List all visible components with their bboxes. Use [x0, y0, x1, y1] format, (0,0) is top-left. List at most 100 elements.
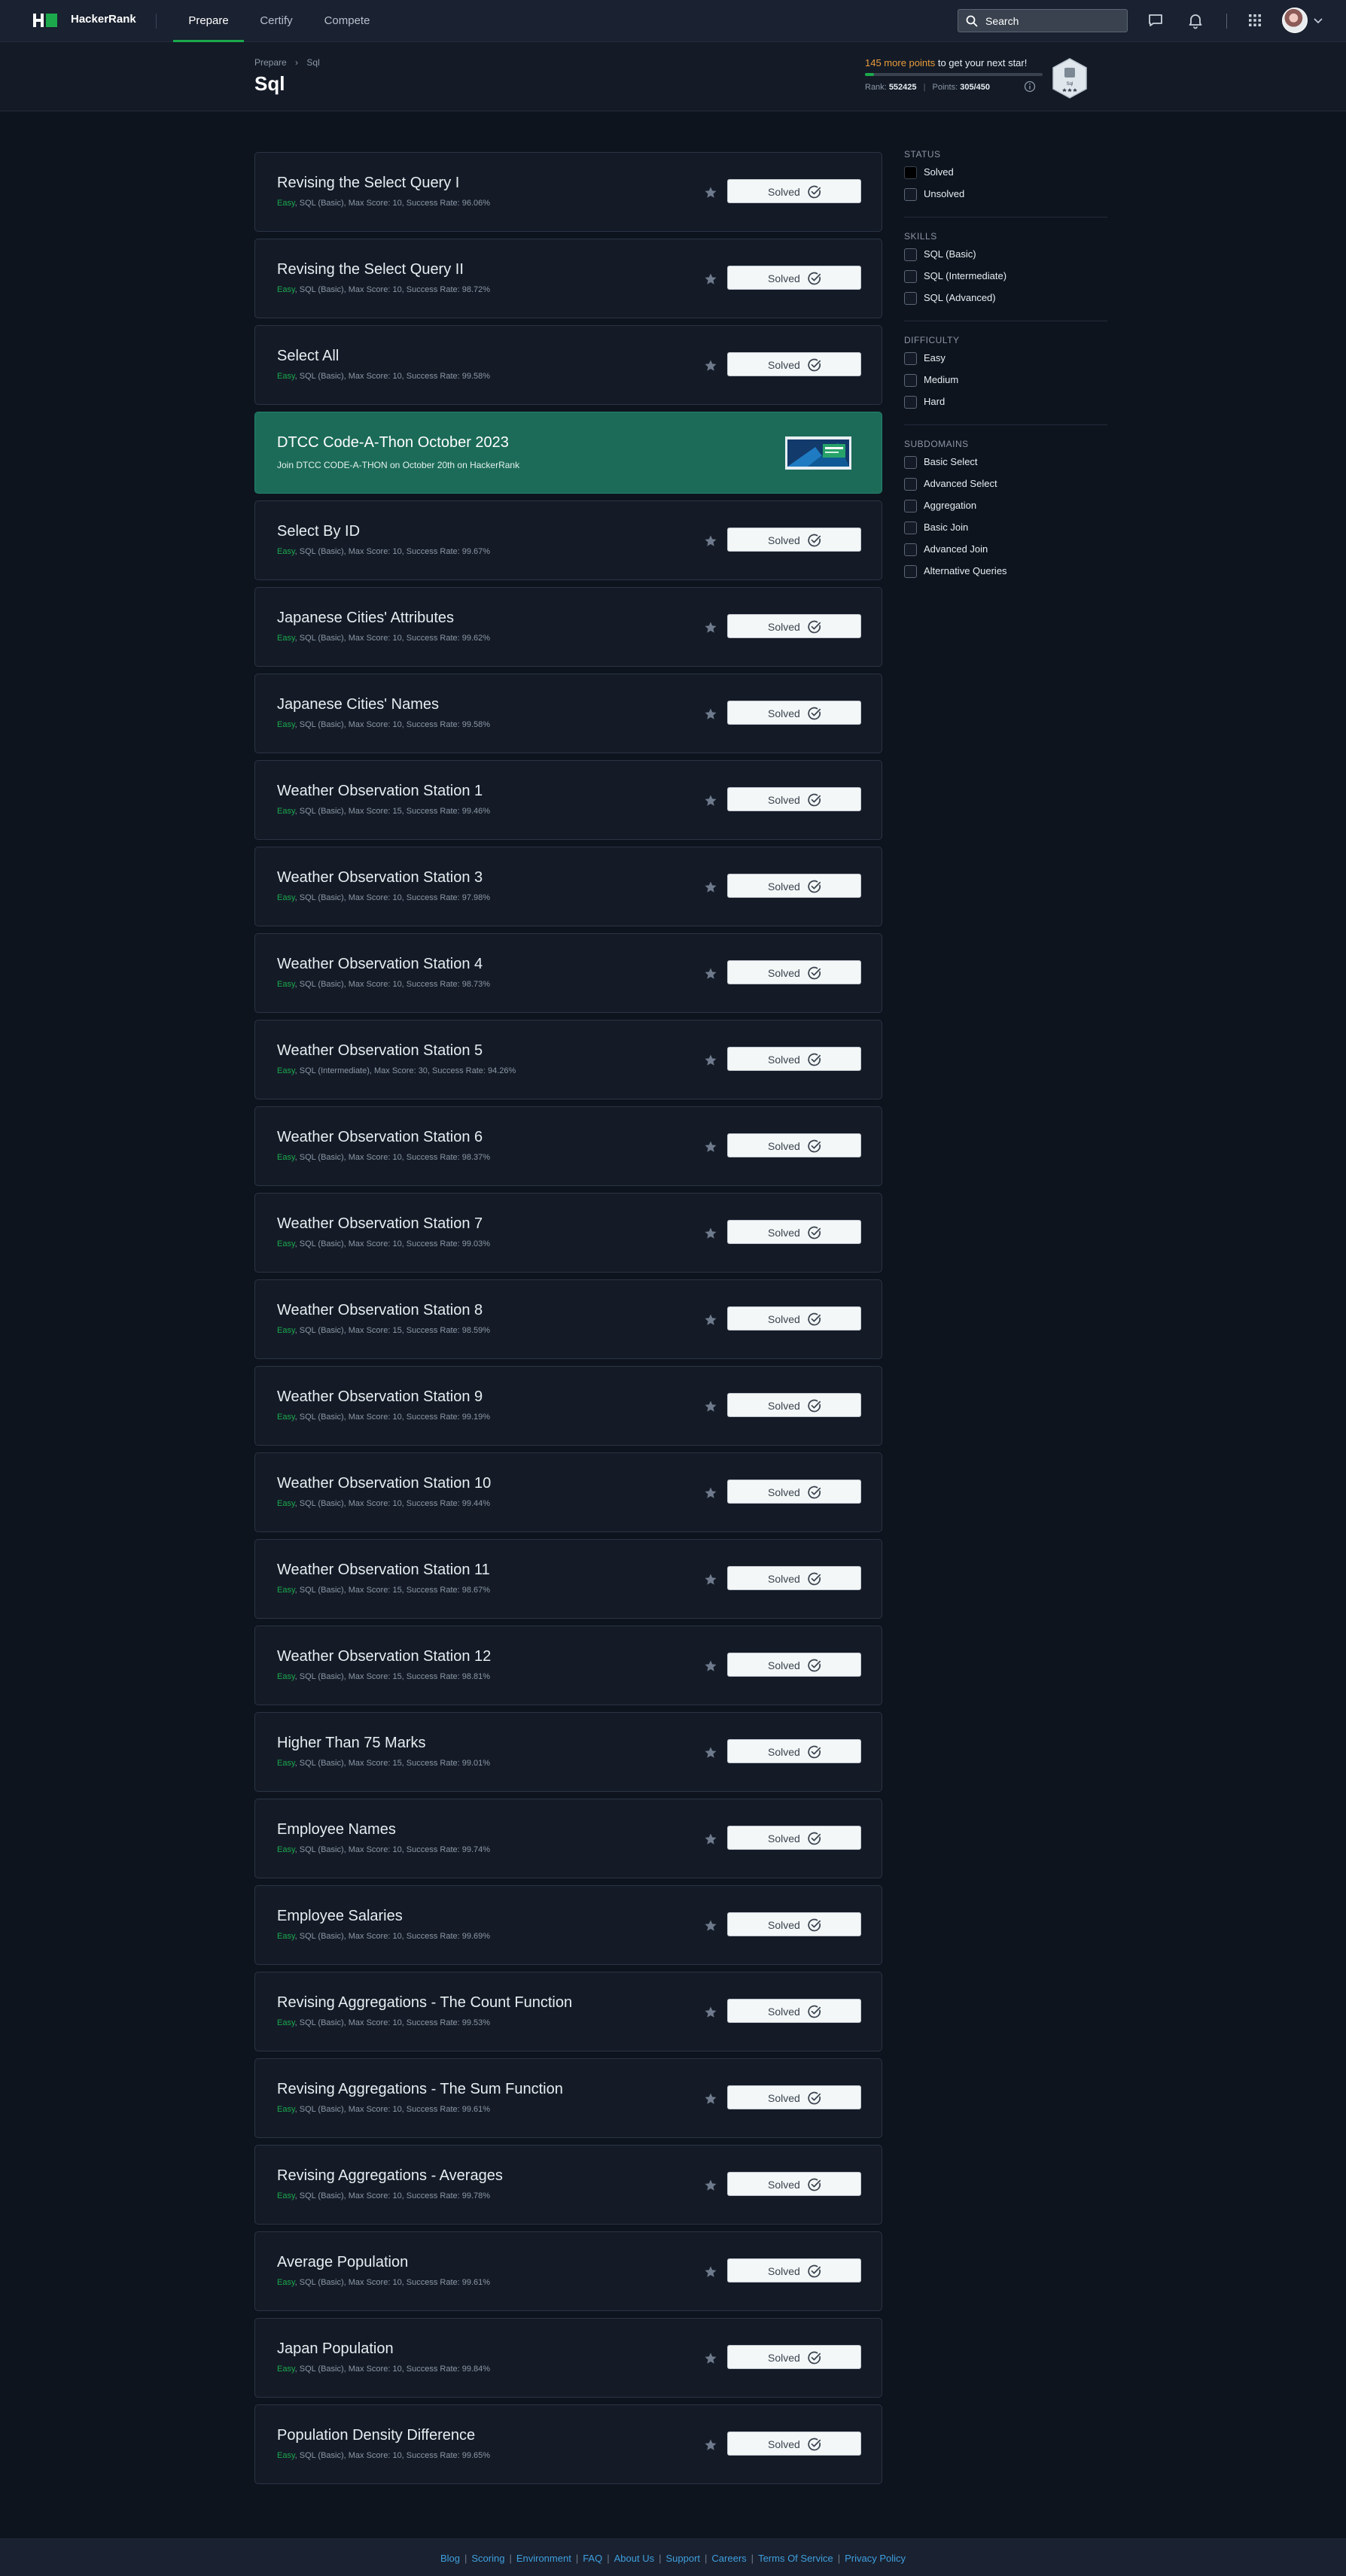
footer-link-support[interactable]: Support	[665, 2553, 700, 2564]
solved-button[interactable]: Solved	[727, 1566, 861, 1590]
filter-checkbox[interactable]	[904, 270, 917, 283]
solved-button[interactable]: Solved	[727, 614, 861, 638]
bookmark-star-icon[interactable]	[704, 272, 717, 286]
filter-option-alternative-queries[interactable]: Alternative Queries	[904, 563, 1107, 585]
challenge-title[interactable]: Japanese Cities' Attributes	[277, 610, 454, 627]
challenge-card[interactable]: Weather Observation Station 1 Easy, SQL …	[254, 760, 882, 840]
challenge-card[interactable]: Weather Observation Station 8 Easy, SQL …	[254, 1279, 882, 1359]
chevron-down-icon[interactable]	[1313, 15, 1323, 26]
bookmark-star-icon[interactable]	[704, 2179, 717, 2192]
filter-checkbox[interactable]	[904, 478, 917, 491]
challenge-title[interactable]: Weather Observation Station 3	[277, 869, 483, 887]
bookmark-star-icon[interactable]	[704, 1313, 717, 1327]
footer-link-blog[interactable]: Blog	[440, 2553, 460, 2564]
challenge-card[interactable]: Employee Salaries Easy, SQL (Basic), Max…	[254, 1885, 882, 1965]
challenge-card[interactable]: Weather Observation Station 12 Easy, SQL…	[254, 1626, 882, 1705]
challenge-card[interactable]: Japan Population Easy, SQL (Basic), Max …	[254, 2318, 882, 2398]
filter-option-easy[interactable]: Easy	[904, 350, 1107, 372]
challenge-card[interactable]: Weather Observation Station 5 Easy, SQL …	[254, 1020, 882, 1099]
challenge-title[interactable]: Revising Aggregations - Averages	[277, 2167, 503, 2185]
hackerrank-logo-icon[interactable]	[33, 12, 57, 29]
bookmark-star-icon[interactable]	[704, 1227, 717, 1240]
challenge-title[interactable]: Weather Observation Station 5	[277, 1042, 483, 1060]
bookmark-star-icon[interactable]	[704, 2352, 717, 2365]
challenge-title[interactable]: Weather Observation Station 4	[277, 956, 483, 973]
solved-button[interactable]: Solved	[727, 1653, 861, 1677]
filter-checkbox[interactable]	[904, 248, 917, 261]
filter-option-aggregation[interactable]: Aggregation	[904, 497, 1107, 519]
bookmark-star-icon[interactable]	[704, 707, 717, 721]
footer-link-careers[interactable]: Careers	[711, 2553, 746, 2564]
filter-checkbox[interactable]	[904, 543, 917, 556]
challenge-card[interactable]: Higher Than 75 Marks Easy, SQL (Basic), …	[254, 1712, 882, 1792]
filter-option-medium[interactable]: Medium	[904, 372, 1107, 394]
challenge-card[interactable]: Weather Observation Station 6 Easy, SQL …	[254, 1106, 882, 1186]
challenge-card[interactable]: Weather Observation Station 7 Easy, SQL …	[254, 1193, 882, 1273]
challenge-title[interactable]: Weather Observation Station 12	[277, 1648, 491, 1665]
challenge-title[interactable]: Population Density Difference	[277, 2427, 475, 2444]
filter-checkbox[interactable]	[904, 166, 917, 179]
challenge-title[interactable]: Revising Aggregations - The Count Functi…	[277, 1994, 572, 2012]
filter-checkbox[interactable]	[904, 522, 917, 534]
filter-option-sql-advanced[interactable]: SQL (Advanced)	[904, 290, 1107, 312]
solved-button[interactable]: Solved	[727, 1999, 861, 2023]
filter-checkbox[interactable]	[904, 352, 917, 365]
challenge-card[interactable]: Revising Aggregations - Averages Easy, S…	[254, 2145, 882, 2225]
tab-certify[interactable]: Certify	[248, 0, 304, 42]
chat-icon[interactable]	[1147, 11, 1165, 29]
challenge-title[interactable]: Weather Observation Station 11	[277, 1562, 490, 1579]
filter-checkbox[interactable]	[904, 374, 917, 387]
footer-link-terms-of-service[interactable]: Terms Of Service	[758, 2553, 833, 2564]
challenge-title[interactable]: Weather Observation Station 6	[277, 1129, 483, 1146]
challenge-card[interactable]: Weather Observation Station 10 Easy, SQL…	[254, 1452, 882, 1532]
solved-button[interactable]: Solved	[727, 1220, 861, 1244]
solved-button[interactable]: Solved	[727, 2085, 861, 2109]
filter-checkbox[interactable]	[904, 456, 917, 469]
bookmark-star-icon[interactable]	[704, 621, 717, 634]
footer-link-faq[interactable]: FAQ	[583, 2553, 602, 2564]
footer-link-about-us[interactable]: About Us	[614, 2553, 654, 2564]
solved-button[interactable]: Solved	[727, 701, 861, 725]
solved-button[interactable]: Solved	[727, 352, 861, 376]
bookmark-star-icon[interactable]	[704, 534, 717, 548]
challenge-card[interactable]: Weather Observation Station 3 Easy, SQL …	[254, 847, 882, 926]
sql-badge-icon[interactable]: Sql	[1051, 57, 1089, 99]
challenge-card[interactable]: Revising Aggregations - The Count Functi…	[254, 1972, 882, 2051]
footer-link-privacy-policy[interactable]: Privacy Policy	[845, 2553, 906, 2564]
bookmark-star-icon[interactable]	[704, 794, 717, 807]
challenge-card[interactable]: Japanese Cities' Names Easy, SQL (Basic)…	[254, 674, 882, 753]
challenge-card[interactable]: Revising the Select Query I Easy, SQL (B…	[254, 152, 882, 232]
filter-option-basic-join[interactable]: Basic Join	[904, 519, 1107, 541]
search-input[interactable]	[985, 10, 1121, 32]
challenge-title[interactable]: Weather Observation Station 8	[277, 1302, 483, 1319]
solved-button[interactable]: Solved	[727, 960, 861, 984]
challenge-card[interactable]: Employee Names Easy, SQL (Basic), Max Sc…	[254, 1799, 882, 1878]
solved-button[interactable]: Solved	[727, 1912, 861, 1936]
solved-button[interactable]: Solved	[727, 1480, 861, 1504]
challenge-title[interactable]: Revising Aggregations - The Sum Function	[277, 2081, 563, 2098]
solved-button[interactable]: Solved	[727, 1826, 861, 1850]
bookmark-star-icon[interactable]	[704, 1919, 717, 1933]
solved-button[interactable]: Solved	[727, 787, 861, 811]
promo-title[interactable]: DTCC Code-A-Thon October 2023	[277, 434, 509, 452]
bookmark-star-icon[interactable]	[704, 1054, 717, 1067]
challenge-card[interactable]: Population Density Difference Easy, SQL …	[254, 2404, 882, 2484]
filter-option-advanced-select[interactable]: Advanced Select	[904, 476, 1107, 497]
filter-option-sql-basic[interactable]: SQL (Basic)	[904, 246, 1107, 268]
challenge-card[interactable]: Revising the Select Query II Easy, SQL (…	[254, 239, 882, 318]
bookmark-star-icon[interactable]	[704, 186, 717, 199]
solved-button[interactable]: Solved	[727, 1133, 861, 1157]
filter-option-sql-intermediate[interactable]: SQL (Intermediate)	[904, 268, 1107, 290]
challenge-title[interactable]: Higher Than 75 Marks	[277, 1735, 426, 1752]
challenge-card[interactable]: Japanese Cities' Attributes Easy, SQL (B…	[254, 587, 882, 667]
info-icon[interactable]	[1024, 81, 1036, 93]
challenge-title[interactable]: Employee Salaries	[277, 1908, 403, 1925]
filter-checkbox[interactable]	[904, 292, 917, 305]
solved-button[interactable]: Solved	[727, 179, 861, 203]
filter-checkbox[interactable]	[904, 565, 917, 578]
solved-button[interactable]: Solved	[727, 1739, 861, 1763]
bookmark-star-icon[interactable]	[704, 1400, 717, 1413]
filter-checkbox[interactable]	[904, 500, 917, 512]
challenge-title[interactable]: Weather Observation Station 1	[277, 783, 483, 800]
solved-button[interactable]: Solved	[727, 2432, 861, 2456]
